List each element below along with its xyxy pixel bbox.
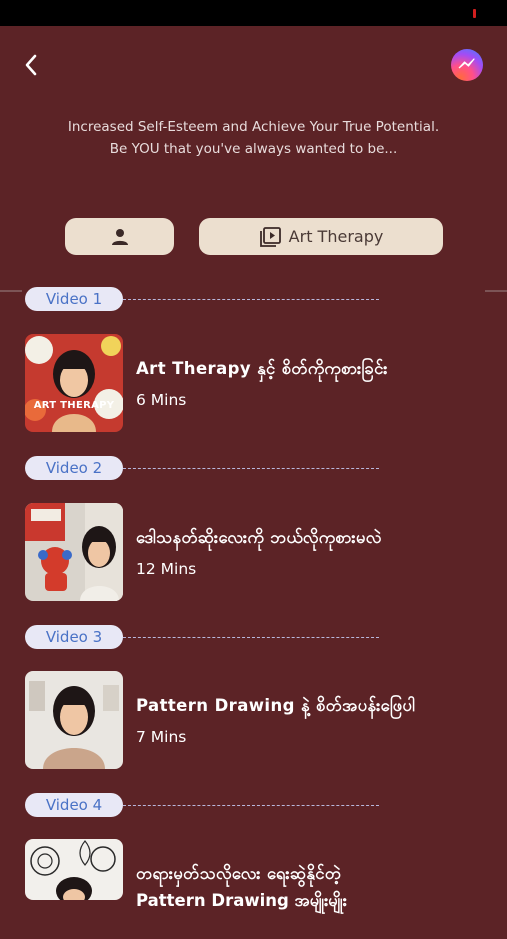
dashed-divider bbox=[123, 299, 379, 300]
video-item[interactable]: ART THERAPY Art Therapy နှင့် စိတ်ကိုကုစ… bbox=[25, 334, 495, 434]
video-badge: Video 4 bbox=[25, 793, 123, 817]
messenger-icon bbox=[458, 58, 475, 69]
divider bbox=[0, 290, 22, 292]
person-icon bbox=[111, 228, 128, 245]
video-library-icon bbox=[259, 226, 281, 247]
video-thumbnail bbox=[25, 671, 123, 769]
video-item[interactable]: Pattern Drawing နဲ့ စိတ်အပန်းဖြေပါ 7 Min… bbox=[25, 671, 495, 771]
tagline-line-2: Be YOU that you've always wanted to be..… bbox=[109, 141, 398, 157]
video-item[interactable]: တရားမှတ်သလိုလေး ရေးဆွဲနိုင်တဲ့ Pattern D… bbox=[25, 839, 495, 939]
profile-tab[interactable] bbox=[65, 218, 174, 255]
course-tab[interactable]: Art Therapy bbox=[199, 218, 443, 255]
video-thumbnail: ART THERAPY bbox=[25, 334, 123, 432]
video-title: Pattern Drawing နဲ့ စိတ်အပန်းဖြေပါ bbox=[136, 696, 416, 715]
messenger-button[interactable] bbox=[451, 49, 483, 81]
video-section-header: Video 1 bbox=[25, 287, 385, 313]
recording-indicator bbox=[473, 9, 476, 18]
dashed-divider bbox=[123, 468, 379, 469]
video-badge: Video 1 bbox=[25, 287, 123, 311]
video-duration: 12 Mins bbox=[136, 560, 197, 578]
video-title: ဒေါသနတ်ဆိုးလေးကို ဘယ်လိုကုစားမလဲ bbox=[136, 528, 382, 547]
video-thumbnail bbox=[25, 503, 123, 601]
video-title-line-2: Pattern Drawing အမျိုးမျိုး bbox=[136, 891, 347, 910]
back-button[interactable] bbox=[20, 50, 46, 80]
video-badge: Video 2 bbox=[25, 456, 123, 480]
divider bbox=[485, 290, 507, 292]
video-thumbnail bbox=[25, 839, 123, 900]
tagline-line-1: Increased Self-Esteem and Achieve Your T… bbox=[67, 119, 440, 135]
video-title: Art Therapy နှင့် စိတ်ကိုကုစားခြင်း bbox=[136, 359, 388, 378]
video-title: တရားမှတ်သလိုလေး ရေးဆွဲနိုင်တဲ့ bbox=[136, 864, 342, 883]
video-duration: 7 Mins bbox=[136, 728, 187, 746]
chevron-left-icon bbox=[25, 54, 37, 76]
tagline: Increased Self-Esteem and Achieve Your T… bbox=[0, 116, 507, 160]
course-tab-label: Art Therapy bbox=[288, 227, 384, 246]
video-section-header: Video 4 bbox=[25, 793, 385, 819]
status-bar bbox=[0, 0, 507, 26]
video-section-header: Video 2 bbox=[25, 456, 385, 482]
video-duration: 6 Mins bbox=[136, 391, 187, 409]
video-item[interactable]: ဒေါသနတ်ဆိုးလေးကို ဘယ်လိုကုစားမလဲ 12 Mins bbox=[25, 503, 495, 603]
video-badge: Video 3 bbox=[25, 625, 123, 649]
video-section-header: Video 3 bbox=[25, 625, 385, 651]
dashed-divider bbox=[123, 637, 379, 638]
dashed-divider bbox=[123, 805, 379, 806]
thumbnail-caption: ART THERAPY bbox=[33, 400, 115, 411]
